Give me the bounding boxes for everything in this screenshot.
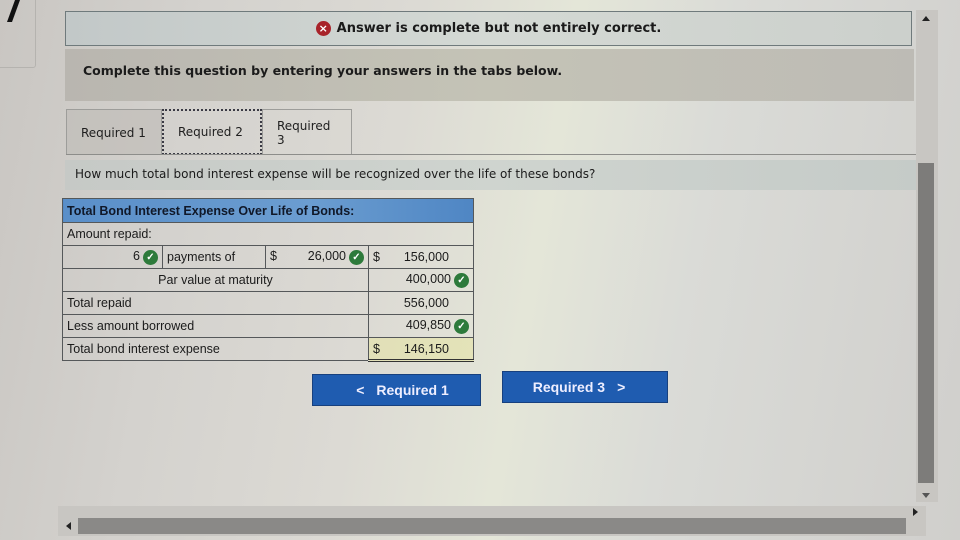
scroll-down-arrow-icon[interactable] (922, 493, 930, 498)
interest-expense-cell: $146,150 (368, 337, 474, 362)
tab-divider (66, 154, 918, 155)
scroll-left-arrow-icon[interactable] (66, 522, 71, 530)
total-repaid-label: Total repaid (62, 291, 369, 315)
check-icon: ✓ (143, 249, 158, 265)
interest-expense-value: 146,150 (403, 341, 449, 356)
payments-total-value: 156,000 (403, 250, 449, 264)
interest-expense-label: Total bond interest expense (62, 337, 369, 361)
par-value-input[interactable]: 400,000 (406, 272, 451, 286)
tab-required-2[interactable]: Required 2 (162, 109, 262, 155)
horizontal-scrollbar[interactable] (58, 506, 926, 536)
next-button-label: Required 3 (532, 379, 606, 395)
table-row: Less amount borrowed 409,850 ✓ (62, 314, 474, 338)
vertical-scroll-thumb[interactable] (918, 163, 934, 483)
par-value-cell[interactable]: 400,000 ✓ (368, 268, 474, 292)
answer-status-banner: × Answer is complete but not entirely co… (65, 11, 912, 46)
bond-interest-table: Total Bond Interest Expense Over Life of… (62, 198, 474, 362)
amount-repaid-label: Amount repaid: (62, 222, 474, 246)
horizontal-scroll-thumb[interactable] (78, 518, 906, 534)
payments-label: payments of (162, 245, 266, 269)
currency-symbol: $ (373, 341, 380, 356)
next-required-3-button[interactable]: Required 3 > (502, 371, 668, 403)
payments-count-input[interactable]: 6 (133, 249, 140, 263)
question-text: How much total bond interest expense wil… (65, 160, 917, 190)
table-row: Par value at maturity 400,000 ✓ (62, 268, 474, 292)
vertical-scrollbar[interactable] (916, 10, 938, 502)
table-row: Total repaid 556,000 (62, 291, 474, 315)
total-repaid-cell: 556,000 (368, 291, 474, 315)
payment-amount-cell[interactable]: $26,000 ✓ (265, 245, 369, 269)
answer-status-text: Answer is complete but not entirely corr… (336, 21, 662, 36)
table-row: 6 ✓ payments of $26,000 ✓ $156,000 (62, 245, 474, 269)
prev-required-1-button[interactable]: < Required 1 (312, 374, 481, 406)
table-title: Total Bond Interest Expense Over Life of… (62, 198, 474, 223)
less-borrowed-label: Less amount borrowed (62, 314, 369, 338)
chevron-right-icon: > (617, 379, 626, 395)
check-icon: ✓ (454, 318, 469, 334)
table-header-row: Total Bond Interest Expense Over Life of… (62, 198, 474, 223)
less-borrowed-cell[interactable]: 409,850 ✓ (368, 314, 474, 338)
tab-required-3[interactable]: Required 3 (262, 109, 352, 155)
prev-button-label: Required 1 (376, 382, 449, 398)
payment-amount-input[interactable]: 26,000 (308, 249, 346, 263)
currency-symbol: $ (373, 250, 380, 264)
tab-bar: Required 1 Required 2 Required 3 (66, 109, 352, 155)
table-row: Amount repaid: (62, 222, 474, 246)
less-borrowed-input[interactable]: 409,850 (406, 318, 451, 332)
check-icon: ✓ (454, 272, 469, 288)
scroll-up-arrow-icon[interactable] (922, 16, 930, 21)
par-value-label: Par value at maturity (62, 268, 369, 292)
table-row: Total bond interest expense $146,150 (62, 337, 474, 362)
chevron-left-icon: < (356, 382, 365, 398)
total-repaid-value: 556,000 (403, 296, 449, 310)
scroll-right-arrow-icon[interactable] (913, 508, 918, 516)
currency-symbol: $ (270, 249, 277, 264)
error-x-icon: × (315, 21, 331, 36)
instruction-text: Complete this question by entering your … (65, 49, 914, 101)
check-icon: ✓ (349, 249, 364, 265)
tab-required-1[interactable]: Required 1 (66, 109, 162, 155)
payments-count-cell[interactable]: 6 ✓ (62, 245, 163, 269)
payments-total-cell: $156,000 (368, 245, 474, 269)
